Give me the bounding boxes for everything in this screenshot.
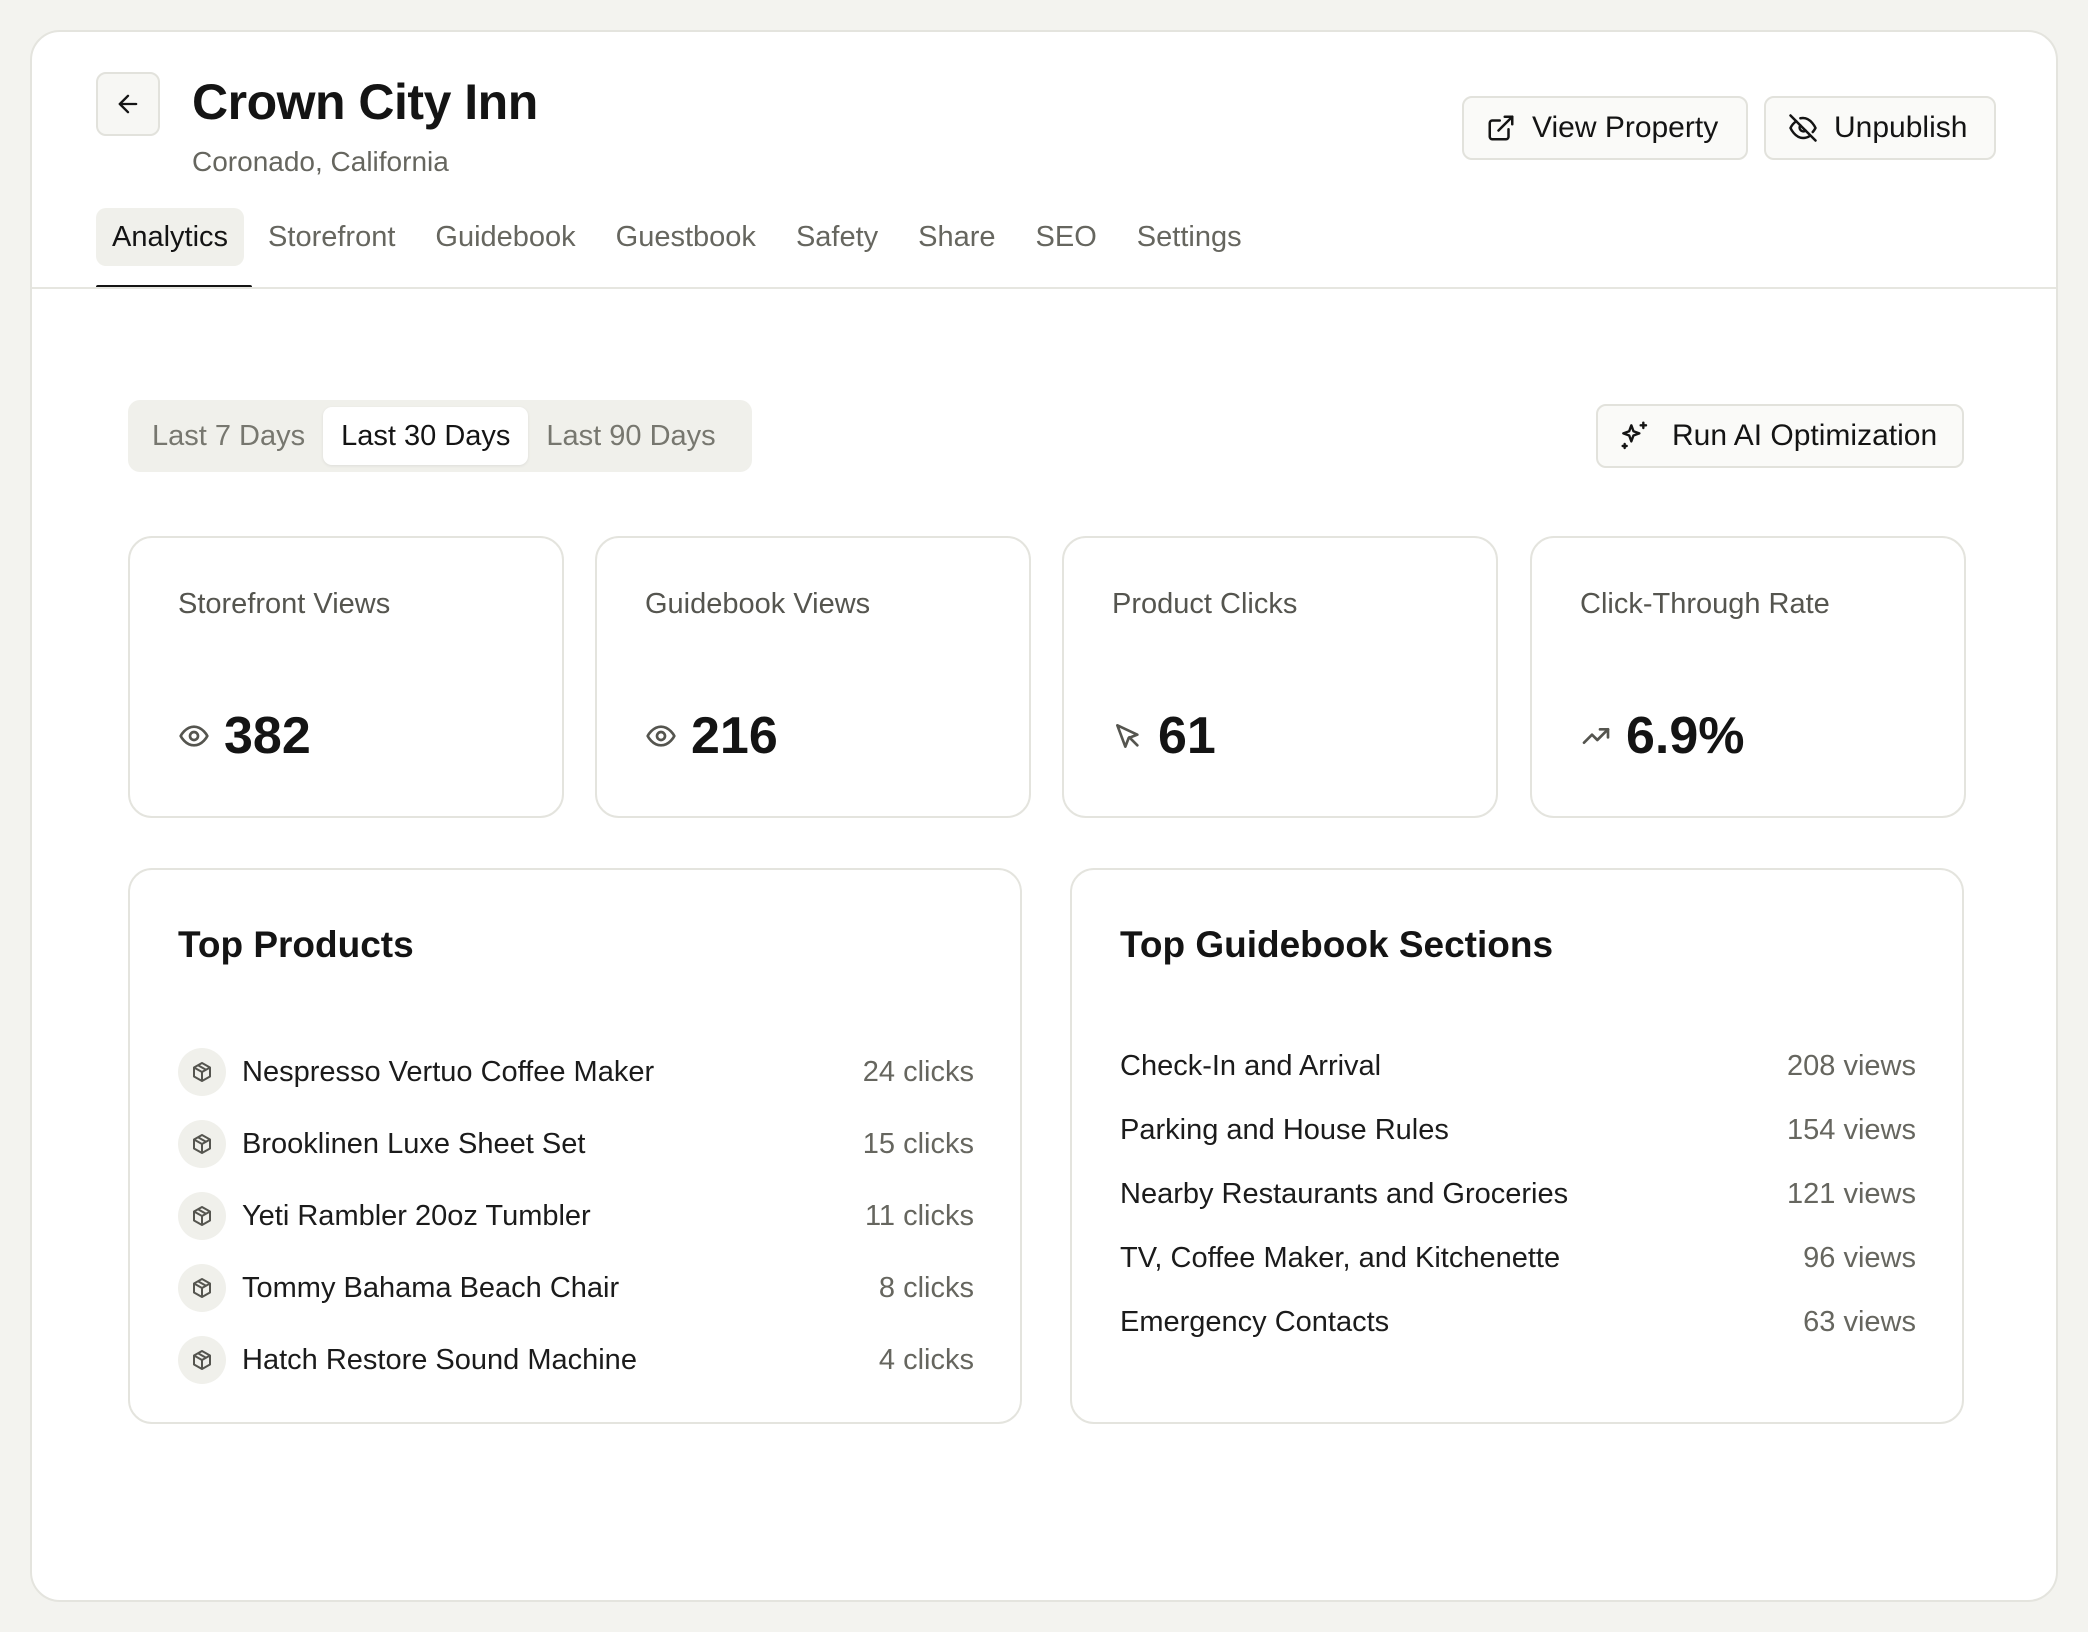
- tab-share[interactable]: Share: [902, 208, 1011, 266]
- stat-value: 6.9%: [1626, 707, 1745, 765]
- view-property-label: View Property: [1532, 111, 1719, 144]
- panel-title: Top Products: [178, 924, 414, 965]
- cursor-icon: [1116, 724, 1139, 748]
- section-views: 154 views: [1787, 1113, 1916, 1146]
- list-item[interactable]: Emergency Contacts 63 views: [1120, 1290, 1916, 1354]
- section-name: TV, Coffee Maker, and Kitchenette: [1120, 1241, 1561, 1274]
- list-item[interactable]: Tommy Bahama Beach Chair 8 clicks: [178, 1252, 974, 1324]
- product-clicks: 11 clicks: [864, 1199, 974, 1232]
- top-products-list: Nespresso Vertuo Coffee Maker 24 clicks …: [178, 1036, 974, 1396]
- date-range-selector: Last 7 Days Last 30 Days Last 90 Days: [128, 400, 752, 472]
- section-name: Parking and House Rules: [1120, 1113, 1449, 1146]
- section-name: Check-In and Arrival: [1120, 1049, 1382, 1082]
- list-item[interactable]: Nespresso Vertuo Coffee Maker 24 clicks: [178, 1036, 974, 1108]
- trending-up-icon: [1582, 728, 1610, 744]
- page-title: Crown City Inn: [192, 74, 538, 130]
- list-item[interactable]: Brooklinen Luxe Sheet Set 15 clicks: [178, 1108, 974, 1180]
- product-name: Brooklinen Luxe Sheet Set: [242, 1127, 586, 1160]
- tab-seo[interactable]: SEO: [1020, 208, 1113, 266]
- list-item[interactable]: Yeti Rambler 20oz Tumbler 11 clicks: [178, 1180, 974, 1252]
- list-item[interactable]: Check-In and Arrival 208 views: [1120, 1034, 1916, 1098]
- section-views: 63 views: [1803, 1305, 1916, 1338]
- view-property-button[interactable]: View Property: [1462, 96, 1748, 160]
- package-icon: [178, 1336, 226, 1384]
- sparkles-icon: [1621, 421, 1648, 450]
- product-name: Nespresso Vertuo Coffee Maker: [242, 1055, 655, 1088]
- section-name: Emergency Contacts: [1120, 1305, 1390, 1338]
- section-views: 96 views: [1803, 1241, 1916, 1274]
- arrow-left-icon: [118, 94, 138, 114]
- run-ai-optimization-label: Run AI Optimization: [1672, 419, 1938, 452]
- list-item[interactable]: TV, Coffee Maker, and Kitchenette 96 vie…: [1120, 1226, 1916, 1290]
- back-button[interactable]: [96, 72, 160, 136]
- eye-off-icon: [1789, 114, 1817, 142]
- stat-label: Storefront Views: [178, 588, 391, 620]
- package-icon: [178, 1264, 226, 1312]
- product-name: Tommy Bahama Beach Chair: [242, 1271, 620, 1304]
- header-divider: [32, 287, 2056, 289]
- product-clicks: 8 clicks: [878, 1271, 974, 1304]
- panel-title: Top Guidebook Sections: [1120, 924, 1554, 965]
- product-clicks: 24 clicks: [862, 1055, 974, 1088]
- stat-card-click-through-rate: Click-Through Rate 6.9%: [1530, 536, 1966, 818]
- eye-icon: [179, 725, 209, 747]
- tab-guidebook[interactable]: Guidebook: [419, 208, 591, 266]
- tab-storefront[interactable]: Storefront: [252, 208, 411, 266]
- external-link-icon: [1488, 115, 1514, 141]
- tab-analytics[interactable]: Analytics: [96, 208, 245, 266]
- tab-guestbook[interactable]: Guestbook: [600, 208, 772, 266]
- top-guidebook-sections-panel: Top Guidebook Sections Check-In and Arri…: [1070, 868, 1964, 1424]
- run-ai-optimization-button[interactable]: Run AI Optimization: [1596, 404, 1964, 468]
- product-name: Yeti Rambler 20oz Tumbler: [242, 1199, 591, 1232]
- stat-card-storefront-views: Storefront Views 382: [128, 536, 564, 818]
- stat-card-product-clicks: Product Clicks 61: [1062, 536, 1498, 818]
- stat-label: Product Clicks: [1112, 588, 1298, 620]
- range-last-30-days[interactable]: Last 30 Days: [323, 407, 529, 465]
- stat-card-guidebook-views: Guidebook Views 216: [595, 536, 1031, 818]
- top-products-panel: Top Products Nespresso Vertuo Coffee Mak…: [128, 868, 1022, 1424]
- package-icon: [178, 1192, 226, 1240]
- product-clicks: 4 clicks: [878, 1343, 974, 1376]
- stat-label: Guidebook Views: [645, 588, 871, 620]
- list-item[interactable]: Nearby Restaurants and Groceries 121 vie…: [1120, 1162, 1916, 1226]
- section-views: 208 views: [1787, 1049, 1916, 1082]
- unpublish-button[interactable]: Unpublish: [1764, 96, 1996, 160]
- range-last-90-days[interactable]: Last 90 Days: [528, 407, 733, 465]
- stat-label: Click-Through Rate: [1580, 588, 1830, 620]
- stat-value: 382: [224, 707, 311, 765]
- package-icon: [178, 1048, 226, 1096]
- list-item[interactable]: Parking and House Rules 154 views: [1120, 1098, 1916, 1162]
- product-name: Hatch Restore Sound Machine: [242, 1343, 637, 1376]
- unpublish-label: Unpublish: [1834, 111, 1968, 144]
- stat-value: 61: [1158, 707, 1216, 765]
- tab-settings[interactable]: Settings: [1121, 208, 1258, 266]
- tab-safety[interactable]: Safety: [780, 208, 894, 266]
- top-sections-list: Check-In and Arrival 208 views Parking a…: [1120, 1034, 1916, 1354]
- range-last-7-days[interactable]: Last 7 Days: [134, 407, 323, 465]
- eye-icon: [646, 725, 676, 747]
- main-card: Crown City Inn Coronado, California View…: [30, 30, 2058, 1602]
- package-icon: [178, 1120, 226, 1168]
- section-name: Nearby Restaurants and Groceries: [1120, 1177, 1569, 1210]
- stat-value: 216: [691, 707, 778, 765]
- section-views: 121 views: [1787, 1177, 1916, 1210]
- page-subtitle: Coronado, California: [192, 146, 449, 177]
- product-clicks: 15 clicks: [862, 1127, 974, 1160]
- list-item[interactable]: Hatch Restore Sound Machine 4 clicks: [178, 1324, 974, 1396]
- tab-bar: Analytics Storefront Guidebook Guestbook…: [96, 208, 1258, 266]
